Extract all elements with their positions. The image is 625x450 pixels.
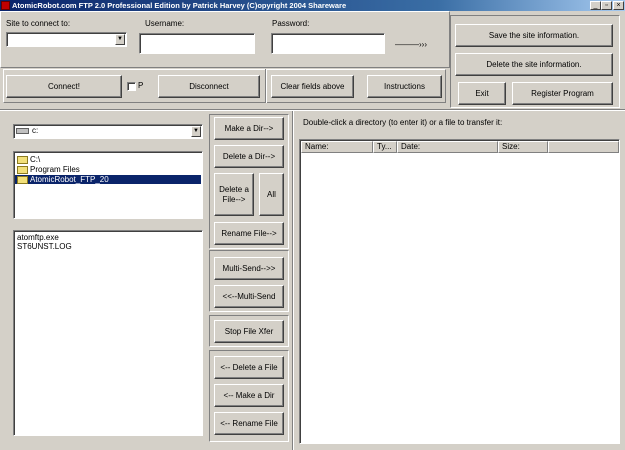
list-item[interactable]: ST6UNST.LOG: [17, 242, 72, 251]
multi-send-left-button[interactable]: <<--Multi-Send: [214, 285, 284, 308]
rename-file-left-button[interactable]: <-- Rename File: [214, 412, 284, 435]
column-header-size[interactable]: Size:: [498, 141, 548, 153]
delete-dir-right-button[interactable]: Delete a Dir-->: [214, 145, 284, 168]
password-field[interactable]: [271, 33, 385, 54]
folder-item[interactable]: Program Files: [17, 165, 80, 174]
close-button[interactable]: ×: [613, 1, 624, 10]
make-dir-left-button[interactable]: <-- Make a Dir: [214, 384, 284, 407]
p-checkbox[interactable]: [127, 82, 136, 91]
column-header-date[interactable]: Date:: [397, 141, 498, 153]
make-dir-right-button[interactable]: Make a Dir-->: [214, 117, 284, 140]
drive-combo[interactable]: c: ▼: [13, 124, 203, 139]
arrow-right-icon: ———›››: [395, 40, 427, 49]
folder-item-selected[interactable]: AtomicRobot_FTP_20: [15, 175, 201, 184]
username-label: Username:: [145, 19, 185, 28]
column-header-type[interactable]: Ty...: [373, 141, 397, 153]
p-checkbox-label: P: [138, 81, 144, 90]
delete-file-left-button[interactable]: <-- Delete a File: [214, 356, 284, 379]
remote-instruction: Double-click a directory (to enter it) o…: [303, 118, 503, 127]
clear-fields-button[interactable]: Clear fields above: [271, 75, 354, 98]
app-icon: [1, 1, 10, 10]
multi-send-right-button[interactable]: Multi-Send-->>: [214, 257, 284, 280]
all-button[interactable]: All: [259, 173, 284, 216]
exit-button[interactable]: Exit: [458, 82, 506, 105]
save-site-button[interactable]: Save the site information.: [455, 24, 613, 47]
pane-divider: [292, 111, 294, 450]
site-label: Site to connect to:: [6, 19, 71, 28]
minimize-button[interactable]: _: [590, 1, 601, 10]
folder-icon: [17, 165, 28, 174]
window-title: AtomicRobot.com FTP 2.0 Professional Edi…: [12, 1, 347, 10]
disconnect-button[interactable]: Disconnect: [158, 75, 260, 98]
stop-transfer-button[interactable]: Stop File Xfer: [214, 320, 284, 343]
instructions-button[interactable]: Instructions: [367, 75, 442, 98]
remote-file-list[interactable]: Name: Ty... Date: Size:: [299, 139, 620, 444]
maximize-button[interactable]: ▫: [601, 1, 612, 10]
file-list[interactable]: atomftp.exe ST6UNST.LOG: [13, 230, 203, 436]
chevron-down-icon[interactable]: ▼: [115, 34, 125, 45]
folder-item[interactable]: C:\: [17, 155, 40, 164]
column-header-name[interactable]: Name:: [301, 141, 373, 153]
main-separator: [0, 109, 625, 111]
delete-site-button[interactable]: Delete the site information.: [455, 53, 613, 76]
delete-file-right-button[interactable]: Delete a File-->: [214, 173, 254, 216]
column-header-filler: [548, 141, 619, 153]
list-item[interactable]: atomftp.exe: [17, 233, 59, 242]
username-field[interactable]: [139, 33, 255, 54]
open-folder-icon: [17, 175, 28, 184]
title-bar: AtomicRobot.com FTP 2.0 Professional Edi…: [0, 0, 625, 11]
rename-file-right-button[interactable]: Rename File-->: [214, 222, 284, 245]
drive-value: c:: [32, 126, 39, 135]
chevron-down-icon[interactable]: ▼: [191, 126, 201, 137]
site-combo[interactable]: ▼: [6, 32, 127, 47]
connect-button[interactable]: Connect!: [6, 75, 122, 98]
register-program-button[interactable]: Register Program: [512, 82, 613, 105]
divider: [265, 69, 267, 103]
folder-tree[interactable]: C:\ Program Files AtomicRobot_FTP_20: [13, 151, 203, 219]
password-label: Password:: [272, 19, 310, 28]
drive-icon: [16, 128, 29, 134]
folder-icon: [17, 155, 28, 164]
